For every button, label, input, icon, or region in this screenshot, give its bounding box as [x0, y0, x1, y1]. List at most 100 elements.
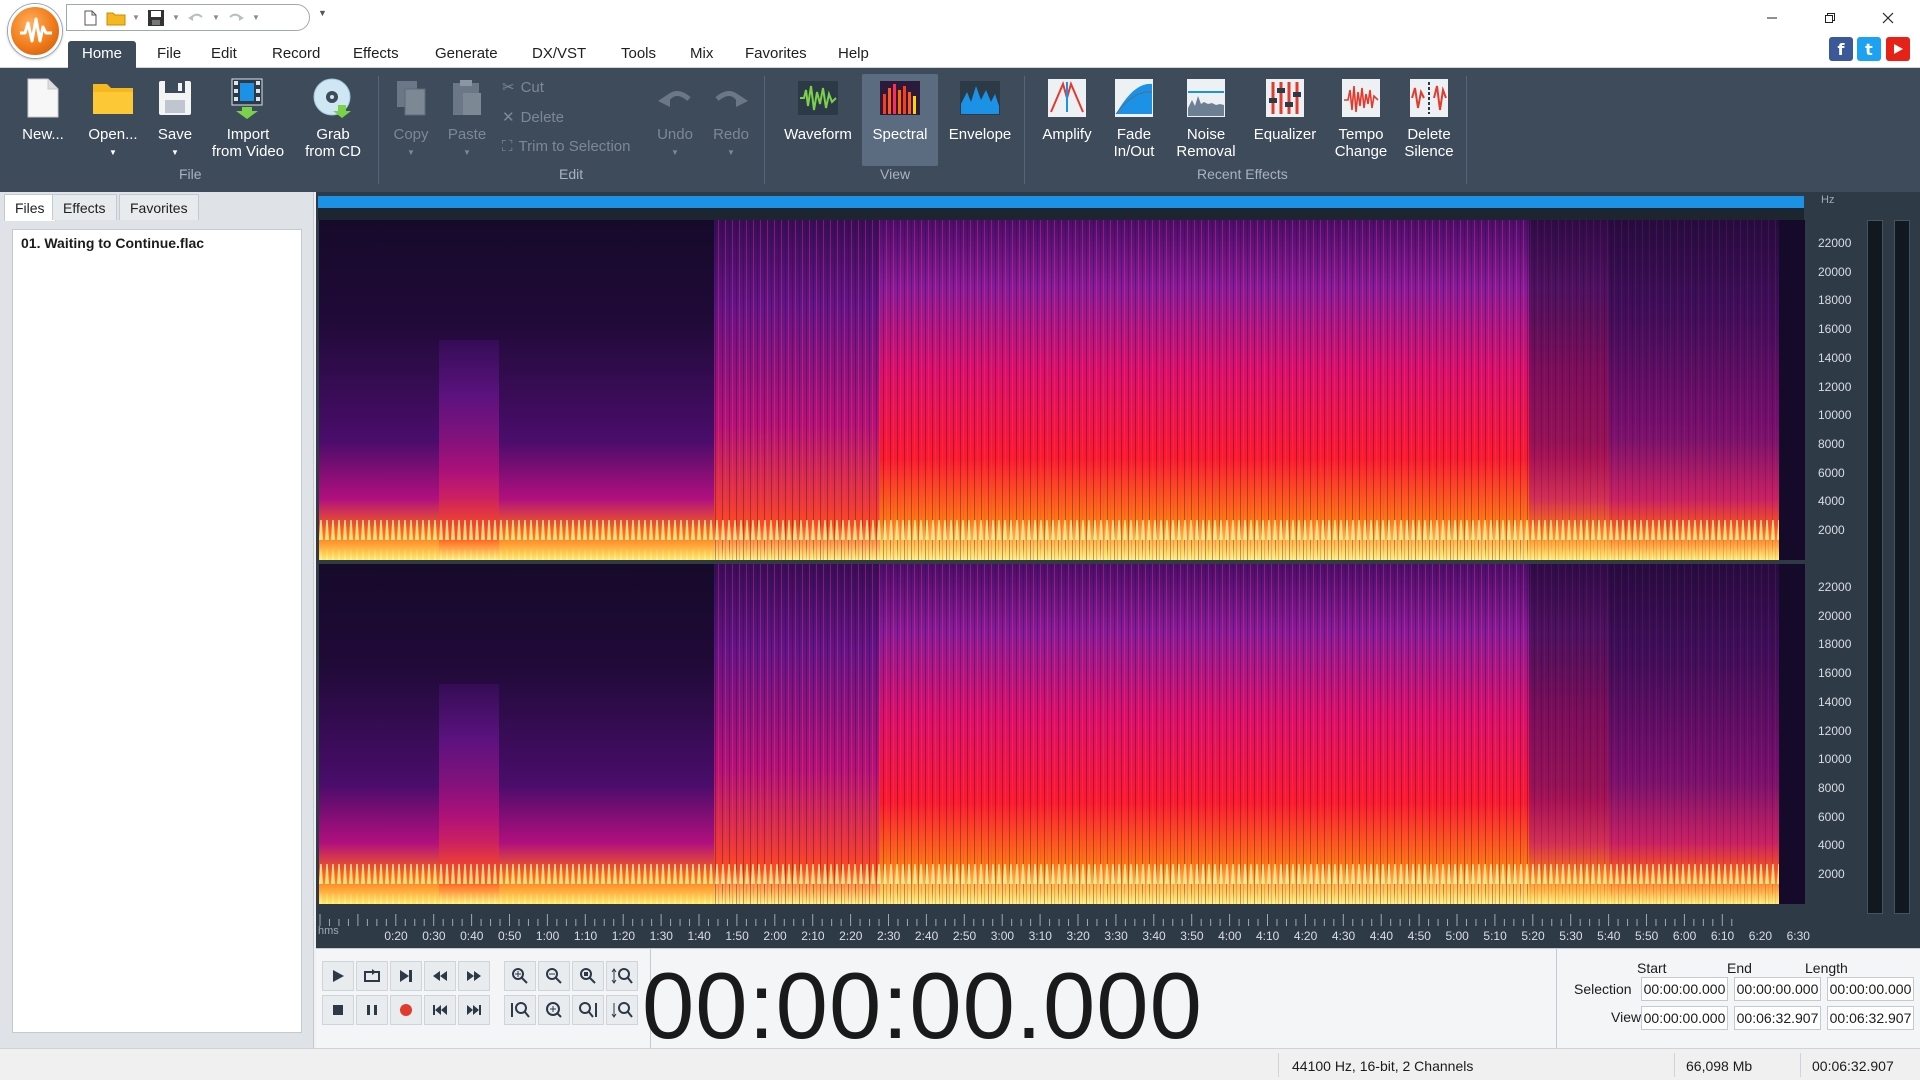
status-divider: [1278, 1053, 1279, 1077]
save-icon: [159, 81, 191, 115]
undo-button[interactable]: Undo ▼: [652, 76, 698, 161]
view-start-field[interactable]: 00:00:00.000: [1641, 1006, 1728, 1030]
tab-favorites[interactable]: Favorites: [745, 44, 807, 68]
play-button[interactable]: [322, 961, 354, 991]
import-label-1: Import: [226, 126, 270, 143]
tab-favorites-panel[interactable]: Favorites: [119, 194, 199, 220]
zoom-vertical-in-icon: [611, 968, 633, 984]
view-end-field[interactable]: 00:06:32.907: [1734, 1006, 1821, 1030]
rewind-button[interactable]: [424, 961, 456, 991]
tab-files[interactable]: Files: [4, 194, 56, 221]
selection-end-field[interactable]: 00:00:00.000: [1734, 977, 1821, 1001]
tab-effects-panel[interactable]: Effects: [52, 194, 117, 220]
tab-tools[interactable]: Tools: [621, 44, 656, 68]
save-button[interactable]: Save ▼: [152, 76, 198, 161]
frequency-tick-label: 12000: [1818, 379, 1852, 394]
tab-record[interactable]: Record: [272, 44, 320, 68]
fade-in-out-button[interactable]: Fade In/Out: [1106, 76, 1162, 160]
close-icon: [1882, 12, 1894, 24]
save-icon[interactable]: [145, 7, 167, 29]
tab-help[interactable]: Help: [838, 44, 869, 68]
list-item[interactable]: 01. Waiting to Continue.flac: [21, 235, 204, 251]
view-length-field[interactable]: 00:06:32.907: [1827, 1006, 1914, 1030]
cut-button[interactable]: ✂ Cut: [502, 78, 544, 97]
app-logo[interactable]: [8, 4, 62, 58]
zoom-full-button[interactable]: [538, 995, 570, 1025]
open-dropdown-icon[interactable]: ▼: [131, 7, 141, 29]
tab-mix[interactable]: Mix: [690, 44, 713, 68]
redo-icon[interactable]: [225, 7, 247, 29]
pause-button[interactable]: [356, 995, 388, 1025]
loop-button[interactable]: [356, 961, 388, 991]
spectrogram-channel-2[interactable]: [319, 564, 1805, 904]
noise-removal-button[interactable]: Noise Removal: [1170, 76, 1242, 160]
waveform-view-button[interactable]: Waveform: [780, 76, 856, 143]
time-tick-label: 4:30: [1331, 929, 1356, 943]
time-tick-label: 3:40: [1142, 929, 1166, 943]
tab-home[interactable]: Home: [68, 41, 137, 68]
equalizer-button[interactable]: Equalizer: [1248, 76, 1322, 143]
paste-icon: [453, 80, 481, 115]
frequency-unit-label: Hz: [1821, 194, 1835, 206]
stop-button[interactable]: [322, 995, 354, 1025]
frequency-tick-label: 6000: [1818, 465, 1845, 480]
redo-button[interactable]: Redo ▼: [708, 76, 754, 161]
zoom-to-end-button[interactable]: [572, 995, 604, 1025]
new-button[interactable]: New...: [14, 76, 72, 143]
tab-effects[interactable]: Effects: [353, 44, 399, 68]
zoom-selection-button[interactable]: [572, 961, 604, 991]
open-button[interactable]: Open... ▼: [82, 76, 144, 161]
tab-edit[interactable]: Edit: [211, 44, 237, 68]
spectral-view-button[interactable]: Spectral: [862, 74, 938, 166]
grab-from-cd-button[interactable]: Grab from CD: [298, 76, 368, 160]
copy-button[interactable]: Copy ▼: [388, 76, 434, 161]
time-display: 00:00:00.000: [642, 953, 1203, 1058]
twitter-icon[interactable]: t: [1857, 37, 1881, 61]
delete-button[interactable]: ✕ Delete: [502, 108, 564, 127]
save-dropdown-icon[interactable]: ▼: [171, 7, 181, 29]
minimize-button[interactable]: [1743, 0, 1801, 36]
spectral-editor[interactable]: Hz 22000 20000 18000 16000 14000 12000 10000 80…: [316, 192, 1920, 948]
undo-icon[interactable]: [185, 7, 207, 29]
tab-generate[interactable]: Generate: [435, 44, 498, 68]
save-dropdown-icon[interactable]: ▼: [152, 144, 198, 161]
close-button[interactable]: [1859, 0, 1917, 36]
trim-to-selection-button[interactable]: ⛶ Trim to Selection: [502, 138, 631, 155]
new-file-icon: [27, 78, 59, 118]
spectrogram-channel-1[interactable]: [319, 220, 1805, 560]
tab-file[interactable]: File: [157, 44, 181, 68]
play-to-end-button[interactable]: [390, 961, 422, 991]
play-icon: [333, 970, 344, 982]
delete-silence-button[interactable]: Delete Silence: [1400, 76, 1458, 160]
go-to-start-button[interactable]: [424, 995, 456, 1025]
undo-dropdown-icon[interactable]: ▼: [211, 7, 221, 29]
youtube-icon[interactable]: [1886, 37, 1910, 61]
restore-button[interactable]: [1801, 0, 1859, 36]
zoom-out-button[interactable]: [538, 961, 570, 991]
facebook-icon[interactable]: f: [1829, 37, 1853, 61]
customize-toolbar-icon[interactable]: ▼: [318, 8, 327, 18]
time-ruler[interactable]: [318, 910, 1804, 926]
envelope-view-button[interactable]: Envelope: [944, 76, 1016, 143]
zoom-fit-button[interactable]: [504, 995, 536, 1025]
zoom-in-button[interactable]: [504, 961, 536, 991]
import-from-video-button[interactable]: Import from Video: [206, 76, 290, 160]
tab-dxvst[interactable]: DX/VST: [532, 44, 586, 68]
zoom-vertical-out-button[interactable]: [606, 995, 638, 1025]
tempo-change-button[interactable]: Tempo Change: [1330, 76, 1392, 160]
time-tick-label: 4:50: [1407, 929, 1431, 943]
zoom-vertical-in-button[interactable]: [606, 961, 638, 991]
new-file-icon[interactable]: [79, 7, 101, 29]
go-to-end-button[interactable]: [458, 995, 490, 1025]
paste-button[interactable]: Paste ▼: [444, 76, 490, 161]
selection-length-field[interactable]: 00:00:00.000: [1827, 977, 1914, 1001]
record-button[interactable]: [390, 995, 422, 1025]
redo-dropdown-icon[interactable]: ▼: [251, 7, 261, 29]
overview-bar[interactable]: [318, 196, 1804, 208]
selection-start-field[interactable]: 00:00:00.000: [1641, 977, 1728, 1001]
stop-icon: [333, 1005, 343, 1015]
open-folder-icon[interactable]: [105, 7, 127, 29]
open-dropdown-icon[interactable]: ▼: [82, 144, 144, 161]
amplify-button[interactable]: Amplify: [1038, 76, 1096, 143]
fast-forward-button[interactable]: [458, 961, 490, 991]
